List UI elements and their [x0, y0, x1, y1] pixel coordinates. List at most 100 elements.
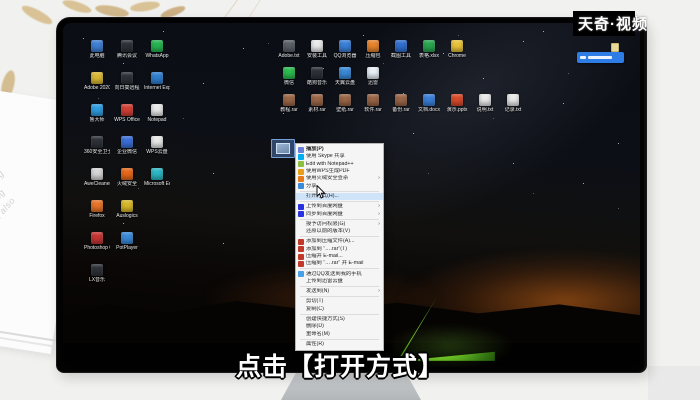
menu-item[interactable]: 授予访问权限(G) › [296, 221, 383, 228]
desktop-icon[interactable]: 文档.docx [416, 94, 442, 113]
desktop-icon[interactable]: PotPlayer [114, 232, 140, 251]
desktop-icon[interactable]: 素材.rar [304, 94, 330, 113]
app-icon [367, 67, 379, 79]
menu-item-icon [298, 203, 304, 210]
menu-item-icon-empty [298, 229, 304, 235]
desktop-icon[interactable]: 表格.xlsx [416, 40, 442, 59]
menu-item-label: 压缩并 E-mail... [306, 253, 343, 259]
desktop-icon[interactable]: 此电脑 [84, 40, 110, 59]
desktop-icon[interactable]: 企业微信 [114, 136, 140, 155]
desktop-icon[interactable]: WhatsApp [144, 40, 170, 59]
icon-label: 备份.rar [392, 107, 410, 113]
menu-item[interactable]: 压缩到 "….rar" 并 E-mail [296, 260, 383, 267]
menu-item[interactable]: 使用WPS生成PDF [296, 168, 383, 175]
menu-item[interactable]: 使用 Skype 共享 [296, 153, 383, 160]
desktop-icon[interactable]: WPS云盘 [144, 136, 170, 155]
menu-separator [300, 190, 379, 192]
menu-item-label: 上传到百度网盘 [306, 203, 343, 209]
menu-item[interactable]: 剪切(T) [296, 298, 383, 305]
desktop-icon[interactable]: 压缩包 [360, 40, 386, 59]
menu-item[interactable]: 同步到百度网盘 › [296, 210, 383, 218]
menu-item[interactable]: 发送到(N) › [296, 288, 383, 295]
menu-item[interactable]: 分享 [296, 182, 383, 190]
file-thumbnail [276, 143, 290, 154]
desktop-icon[interactable]: Microsoft Edge [144, 168, 170, 187]
desktop-icon[interactable]: Firefox [84, 200, 110, 219]
menu-item[interactable]: 使用火绒安全查杀 › [296, 175, 383, 182]
menu-item[interactable]: 上传到迅雷云盘 [296, 278, 383, 285]
desktop-icon[interactable]: 天翼云盘 [332, 67, 358, 86]
desktop-icon[interactable]: Auslogics [114, 200, 140, 219]
app-icon [91, 40, 103, 52]
desktop-icon[interactable]: Chrome [444, 40, 470, 59]
desktop-icon[interactable]: 教程.rar [276, 94, 302, 113]
menu-item[interactable]: 添加到 "….rar"(T) [296, 246, 383, 253]
desktop-icon[interactable]: Internet Explorer [144, 72, 170, 91]
desktop-icon[interactable]: 向日葵远程 [114, 72, 140, 91]
app-icon [339, 67, 351, 79]
app-icon [121, 72, 133, 84]
app-icon [367, 94, 379, 106]
desktop-icon[interactable]: 微信 [276, 67, 302, 86]
desktop-icon[interactable]: Adobe 2020 [84, 72, 110, 91]
menu-separator [300, 236, 379, 238]
app-icon [451, 94, 463, 106]
menu-item[interactable]: 压缩并 E-mail... [296, 253, 383, 260]
menu-item[interactable]: 创建快捷方式(S) [296, 316, 383, 323]
menu-item-label: 压缩到 "….rar" 并 E-mail [306, 260, 364, 266]
notification-toast[interactable] [577, 52, 624, 63]
desktop-icon[interactable]: 鲁大师 [84, 104, 110, 123]
desktop-icon[interactable]: 壁纸.rar [332, 94, 358, 113]
menu-item[interactable]: 播放(P) [296, 146, 383, 153]
menu-item[interactable]: 打开方式(H)... [296, 192, 383, 201]
app-icon [423, 94, 435, 106]
desktop-icon[interactable]: AweCleaner [84, 168, 110, 187]
desktop-icon[interactable]: Adobe.txt [276, 40, 302, 59]
desktop-icon[interactable]: 备份.rar [388, 94, 414, 113]
menu-item-icon-empty [298, 221, 304, 227]
desktop-icon[interactable]: 安装工具 [304, 40, 330, 59]
desktop-icon[interactable]: Photoshop 6 [84, 232, 110, 251]
app-icon [367, 40, 379, 52]
app-icon [451, 40, 463, 52]
desktop-icon[interactable]: 酷狗音乐 [304, 67, 330, 86]
menu-item-icon-empty [298, 278, 304, 284]
subtitle-caption: 点击【打开方式】 [235, 353, 444, 381]
menu-item[interactable]: 重命名(M) [296, 331, 383, 338]
desktop-icon[interactable]: 腾讯会议 [114, 40, 140, 59]
icon-label: 腾讯会议 [116, 53, 137, 59]
app-icon [283, 94, 295, 106]
menu-item[interactable]: 添加到压缩文件(A)... [296, 238, 383, 245]
desktop-icon[interactable]: 火绒安全 [114, 168, 140, 187]
app-icon [479, 94, 491, 106]
icon-label: 压缩包 [365, 53, 381, 59]
desktop-icon[interactable]: Notepad [144, 104, 170, 123]
desktop-icon[interactable]: 360安全卫士 [84, 136, 110, 155]
desktop-icon[interactable]: LX音乐 [84, 264, 110, 283]
menu-item-label: 剪切(T) [306, 298, 324, 305]
app-icon [91, 72, 103, 84]
app-icon [91, 232, 103, 244]
desktop-icon[interactable]: 记录.txt [500, 94, 526, 113]
menu-separator [300, 338, 379, 340]
icon-label: 迅雷 [367, 80, 378, 86]
desktop-icon[interactable]: 演示.pptx [444, 94, 470, 113]
desktop-icon[interactable]: 截图工具 [388, 40, 414, 59]
icon-label: 教程.rar [280, 107, 298, 113]
desktop-icon[interactable]: WPS Office [114, 104, 140, 123]
desktop-icon[interactable]: 软件.rar [360, 94, 386, 113]
desktop-icon[interactable]: 迅雷 [360, 67, 386, 86]
menu-item[interactable]: Edit with Notepad++ [296, 161, 383, 168]
desktop-icon[interactable]: 说明.txt [472, 94, 498, 113]
menu-item[interactable]: 还原以前的版本(V) [296, 228, 383, 235]
icon-label: 表格.xlsx [418, 53, 439, 59]
paper-handwriting: thinking feeling like bringing product a… [0, 168, 18, 244]
menu-item[interactable]: 通过QQ发送到我的手机 [296, 270, 383, 278]
menu-item[interactable]: 复制(C) [296, 306, 383, 313]
menu-item[interactable]: 上传到百度网盘 › [296, 203, 383, 210]
submenu-arrow-icon: › [378, 288, 380, 294]
selected-file-icon[interactable] [271, 139, 295, 158]
desktop-icon[interactable]: QQ浏览器 [332, 40, 358, 59]
menu-item[interactable]: 删除(D) [296, 323, 383, 330]
icon-label: PotPlayer [116, 245, 138, 251]
